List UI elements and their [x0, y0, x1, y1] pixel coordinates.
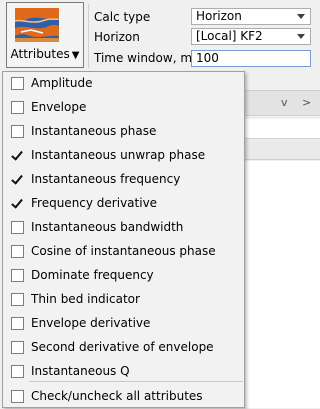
- attributes-button-caption: Attributes ▼: [7, 47, 83, 61]
- menu-item-dominate-frequency[interactable]: Dominate frequency: [3, 264, 244, 288]
- menu-item-label: Instantaneous frequency: [31, 172, 181, 186]
- caret-down-icon: ▼: [71, 50, 80, 61]
- menu-item-second-derivative-of-envelope[interactable]: Second derivative of envelope: [3, 336, 244, 360]
- chevron-down-icon[interactable]: v: [281, 96, 288, 109]
- menu-item-amplitude[interactable]: Amplitude: [3, 72, 244, 96]
- checkbox[interactable]: [11, 293, 24, 306]
- menu-item-label: Amplitude: [31, 76, 93, 90]
- seismic-attribute-icon: [15, 8, 59, 42]
- menu-item-instantaneous-bandwidth[interactable]: Instantaneous bandwidth: [3, 216, 244, 240]
- menu-item-instantaneous-phase[interactable]: Instantaneous phase: [3, 120, 244, 144]
- menu-separator: [29, 381, 243, 382]
- time-window-value: 100: [196, 51, 219, 65]
- horizon-value: [Local] KF2: [196, 29, 263, 43]
- menu-item-label: Instantaneous unwrap phase: [31, 148, 206, 162]
- toolbar: Attributes ▼ Calc type Horizon Horizon [L…: [0, 0, 320, 72]
- attributes-button[interactable]: Attributes ▼: [6, 2, 84, 68]
- menu-item-instantaneous-frequency[interactable]: Instantaneous frequency: [3, 168, 244, 192]
- menu-item-label: Envelope: [31, 100, 87, 114]
- menu-item-check-all[interactable]: Check/uncheck all attributes: [3, 385, 244, 409]
- chevron-down-icon: [297, 34, 305, 39]
- menu-item-label: Envelope derivative: [31, 316, 151, 330]
- menu-item-cosine-of-instantaneous-phase[interactable]: Cosine of instantaneous phase: [3, 240, 244, 264]
- toolbar-divider: [88, 4, 89, 68]
- background-panel-body: [244, 161, 320, 408]
- attributes-button-label: Attributes: [10, 47, 70, 61]
- attributes-menu: Amplitude Envelope Instantaneous phase I…: [2, 71, 245, 408]
- chevron-right-icon[interactable]: >: [302, 96, 311, 109]
- menu-item-instantaneous-unwrap-phase[interactable]: Instantaneous unwrap phase: [3, 144, 244, 168]
- time-window-input[interactable]: 100: [191, 50, 311, 67]
- checkbox[interactable]: [11, 341, 24, 354]
- checkmark-icon[interactable]: [11, 173, 24, 186]
- horizon-select[interactable]: [Local] KF2: [191, 28, 311, 45]
- menu-item-label: Check/uncheck all attributes: [31, 389, 203, 403]
- checkbox[interactable]: [11, 390, 24, 403]
- checkbox[interactable]: [11, 125, 24, 138]
- menu-item-label: Cosine of instantaneous phase: [31, 244, 216, 258]
- background-panel-row: [244, 140, 320, 160]
- calc-type-value: Horizon: [196, 9, 242, 23]
- menu-item-label: Frequency derivative: [31, 196, 158, 210]
- menu-item-label: Instantaneous Q: [31, 364, 130, 378]
- calc-type-label: Calc type: [94, 10, 151, 24]
- menu-item-label: Second derivative of envelope: [31, 340, 214, 354]
- background-panel-row: [244, 119, 320, 139]
- menu-item-label: Instantaneous bandwidth: [31, 220, 184, 234]
- time-window-label: Time window, ms: [94, 51, 199, 65]
- calc-type-select[interactable]: Horizon: [191, 8, 311, 25]
- checkbox[interactable]: [11, 245, 24, 258]
- menu-item-envelope[interactable]: Envelope: [3, 96, 244, 120]
- menu-item-envelope-derivative[interactable]: Envelope derivative: [3, 312, 244, 336]
- horizon-label: Horizon: [94, 30, 140, 44]
- checkmark-icon[interactable]: [11, 197, 24, 210]
- menu-item-label: Thin bed indicator: [31, 292, 140, 306]
- checkbox[interactable]: [11, 269, 24, 282]
- checkbox[interactable]: [11, 101, 24, 114]
- menu-item-thin-bed-indicator[interactable]: Thin bed indicator: [3, 288, 244, 312]
- checkbox[interactable]: [11, 221, 24, 234]
- menu-item-frequency-derivative[interactable]: Frequency derivative: [3, 192, 244, 216]
- checkbox[interactable]: [11, 317, 24, 330]
- checkbox[interactable]: [11, 77, 24, 90]
- menu-item-label: Dominate frequency: [31, 268, 154, 282]
- checkbox[interactable]: [11, 365, 24, 378]
- chevron-down-icon: [297, 14, 305, 19]
- checkmark-icon[interactable]: [11, 149, 24, 162]
- menu-item-label: Instantaneous phase: [31, 124, 157, 138]
